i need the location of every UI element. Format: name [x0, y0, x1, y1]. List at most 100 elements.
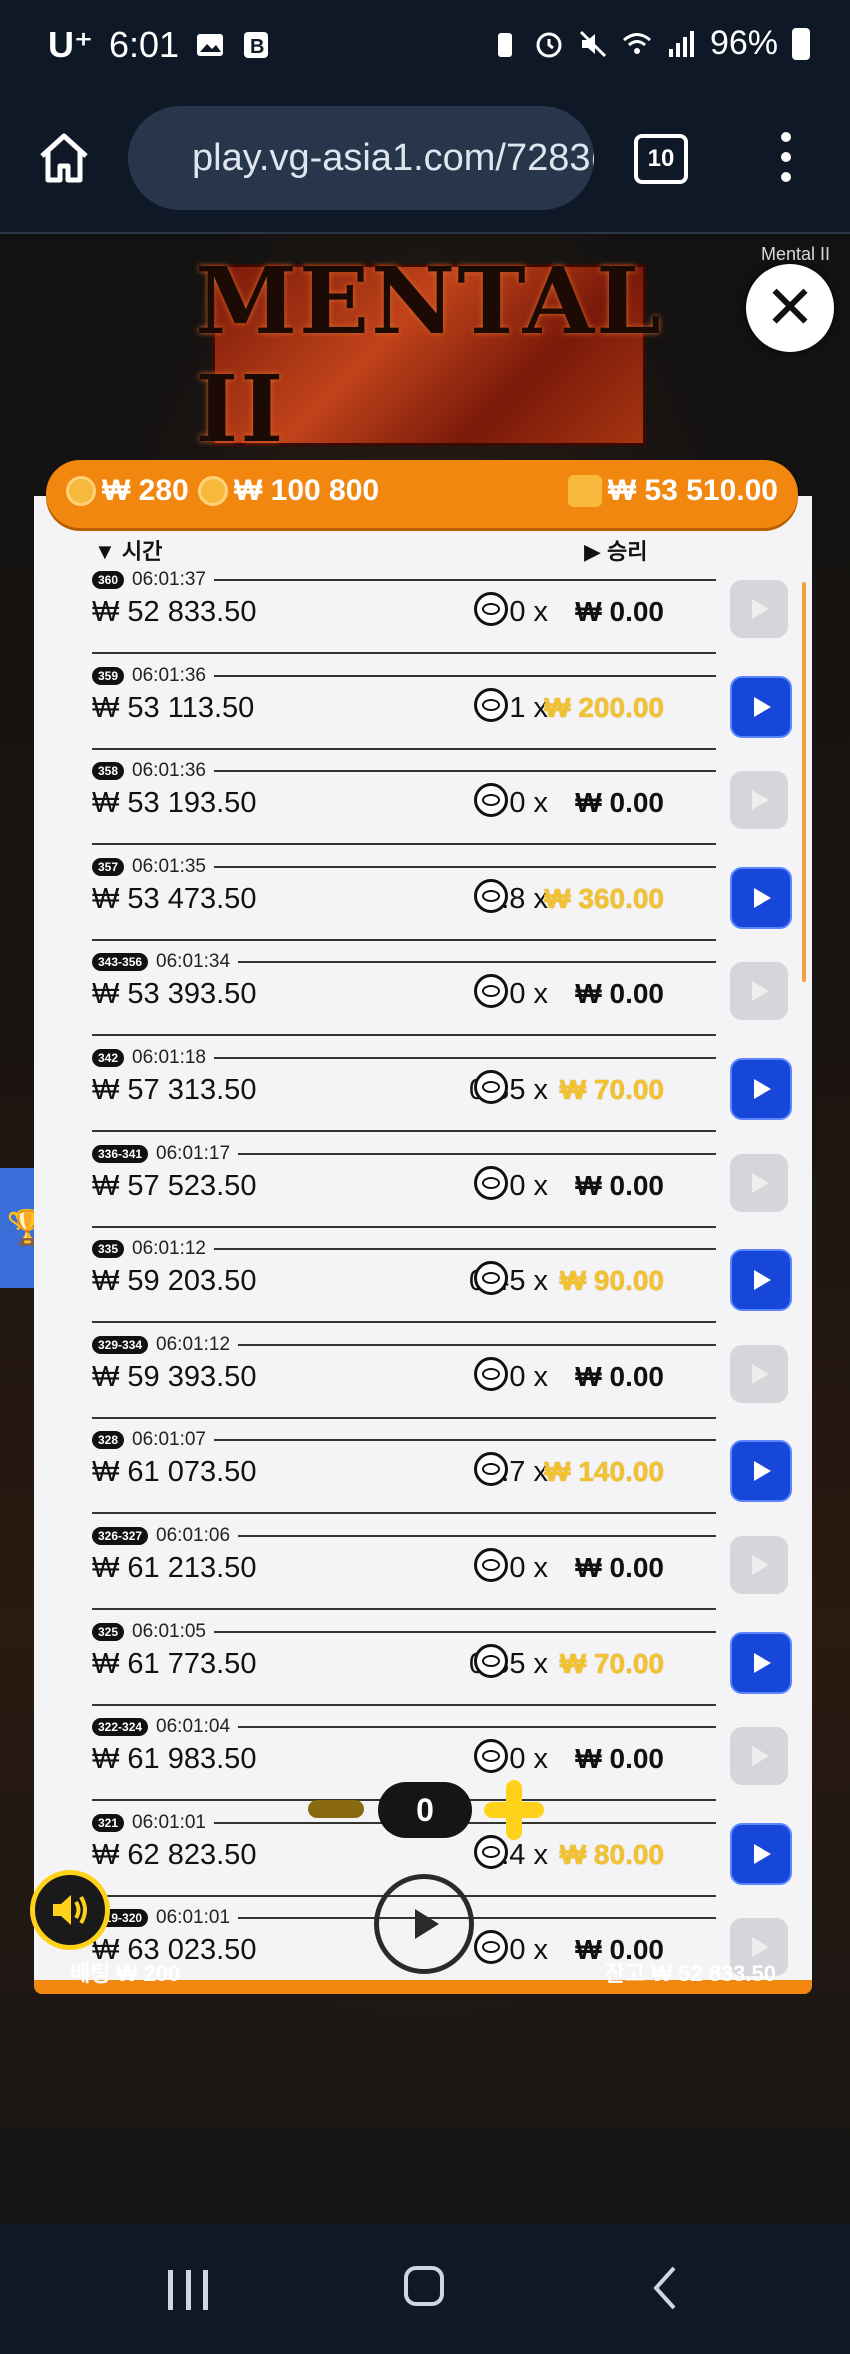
replay-button[interactable]: [730, 580, 788, 638]
address-bar[interactable]: play.vg-asia1.com/7283(: [128, 106, 594, 210]
round-badge: 326-327: [92, 1527, 149, 1545]
round-badge: 357: [92, 857, 125, 876]
round-time: 06:01:07: [132, 1429, 206, 1451]
coin-icon: [198, 476, 228, 506]
wifi-icon: [622, 32, 651, 54]
play-icon: [754, 1843, 771, 1864]
row-divider: [92, 1512, 716, 1515]
play-icon: [754, 1270, 771, 1291]
history-row: 358 06:01:36 ₩ 53 193.50 0 x ₩ 0.00: [92, 757, 792, 853]
sound-icon[interactable]: [30, 1870, 110, 1950]
win-amount: ₩ 0.00: [575, 1169, 664, 1201]
row-meta: 342 06:01:18: [92, 1044, 716, 1072]
back-button[interactable]: [650, 2264, 680, 2312]
win-amount: ₩ 140.00: [544, 1456, 664, 1488]
row-meta: 322-324 06:01:04: [92, 1713, 716, 1741]
gallery-icon: [197, 34, 224, 56]
battery-icon: [792, 27, 810, 60]
replay-button[interactable]: [730, 1344, 788, 1403]
replay-button[interactable]: [730, 1249, 792, 1312]
home-icon[interactable]: [34, 128, 94, 188]
balance-amount: ₩ 52 833.50: [92, 596, 257, 628]
row-divider: [92, 1225, 716, 1228]
replay-button[interactable]: [730, 866, 792, 929]
recents-button[interactable]: [168, 2270, 208, 2310]
tabs-icon[interactable]: 10: [634, 134, 688, 184]
balance-amount: ₩ 59 393.50: [92, 1360, 257, 1393]
time-column-header[interactable]: ▼ 시간: [94, 534, 162, 566]
wallet-icon: [567, 475, 602, 507]
replay-button[interactable]: [730, 1822, 792, 1885]
win-column-label: 승리: [607, 539, 648, 564]
history-row: 326-327 06:01:06 ₩ 61 213.50 0 x ₩ 0.00: [92, 1522, 792, 1618]
replay-button[interactable]: [730, 1058, 792, 1120]
coin-total: ₩ 100 800: [234, 474, 380, 507]
scrollbar[interactable]: [802, 582, 806, 982]
time-column-label: 시간: [121, 539, 163, 564]
balance-amount: ₩ 61 213.50: [92, 1552, 257, 1584]
round-badge: 322-324: [92, 1718, 149, 1737]
replay-button[interactable]: [730, 1153, 788, 1212]
round-time: 06:01:37: [132, 569, 206, 590]
round-time: 06:01:12: [156, 1333, 231, 1355]
history-row: 329-334 06:01:12 ₩ 59 393.50 0 x ₩ 0.00: [92, 1331, 792, 1427]
row-meta: 336-341 06:01:17: [92, 1140, 716, 1168]
win-amount: ₩ 90.00: [559, 1265, 664, 1297]
play-icon: [752, 790, 769, 811]
row-meta: 358 06:01:36: [92, 757, 716, 785]
round-time: 06:01:01: [156, 1907, 231, 1929]
win-amount: ₩ 0.00: [575, 1360, 664, 1392]
replay-button[interactable]: [730, 675, 792, 738]
url-text: play.vg-asia1.com/7283(: [192, 136, 594, 179]
balance-amount: ₩ 61 073.50: [92, 1456, 257, 1489]
play-icon: [752, 1746, 769, 1767]
balance-bar: ₩ 280 ₩ 100 800 ₩ 53 510.00: [46, 460, 798, 528]
divider: [214, 674, 716, 677]
round-time: 06:01:06: [156, 1525, 231, 1546]
play-icon: [752, 599, 769, 619]
chip-icon: [474, 783, 508, 818]
round-badge: 336-341: [92, 1144, 149, 1163]
spin-icon[interactable]: [374, 1874, 474, 1974]
row-divider: [92, 938, 716, 941]
divider: [214, 1439, 716, 1442]
divider: [238, 1535, 716, 1537]
alarm-icon: [536, 32, 562, 57]
row-divider: [92, 1608, 716, 1610]
divider: [238, 1917, 716, 1920]
row-divider: [92, 1130, 716, 1132]
svg-text:B: B: [250, 36, 264, 58]
replay-button[interactable]: [730, 1536, 788, 1594]
replay-button[interactable]: [730, 771, 788, 830]
divider: [214, 1630, 716, 1633]
replay-button[interactable]: [730, 1727, 788, 1786]
chip-icon: [474, 592, 508, 626]
chip-icon: [474, 878, 508, 913]
round-badge: 342: [92, 1049, 125, 1067]
row-meta: 335 06:01:12: [92, 1235, 716, 1263]
divider: [214, 579, 716, 581]
increase-bet-button[interactable]: [484, 1780, 544, 1840]
win-amount: ₩ 0.00: [575, 978, 664, 1010]
win-column-header[interactable]: ▶ 승리: [584, 534, 648, 566]
replay-button[interactable]: [730, 1631, 792, 1694]
replay-button[interactable]: [730, 1440, 792, 1503]
chip-icon: [474, 687, 508, 722]
balance-label: 잔고 ₩ 52 833.50: [604, 1961, 776, 1986]
clock: 6:01: [109, 24, 180, 65]
close-icon[interactable]: ✕: [746, 264, 834, 352]
divider: [238, 1343, 716, 1346]
history-row: 336-341 06:01:17 ₩ 57 523.50 0 x ₩ 0.00: [92, 1140, 792, 1236]
history-row: 360 06:01:37 ₩ 52 833.50 0 x ₩ 0.00: [92, 566, 792, 662]
history-row: 325 06:01:05 ₩ 61 773.50 0.35 x ₩ 70.00: [92, 1618, 792, 1714]
more-icon[interactable]: [776, 132, 796, 182]
row-divider: [92, 1416, 716, 1419]
home-button[interactable]: [404, 2266, 444, 2306]
decrease-bet-button[interactable]: [308, 1800, 364, 1818]
divider: [238, 1152, 716, 1155]
battery-saver-icon: [497, 32, 512, 57]
replay-button[interactable]: [730, 962, 788, 1021]
round-time: 06:01:01: [132, 1811, 206, 1833]
row-meta: 360 06:01:37: [92, 566, 716, 594]
battery-percent: 96%: [709, 24, 778, 62]
